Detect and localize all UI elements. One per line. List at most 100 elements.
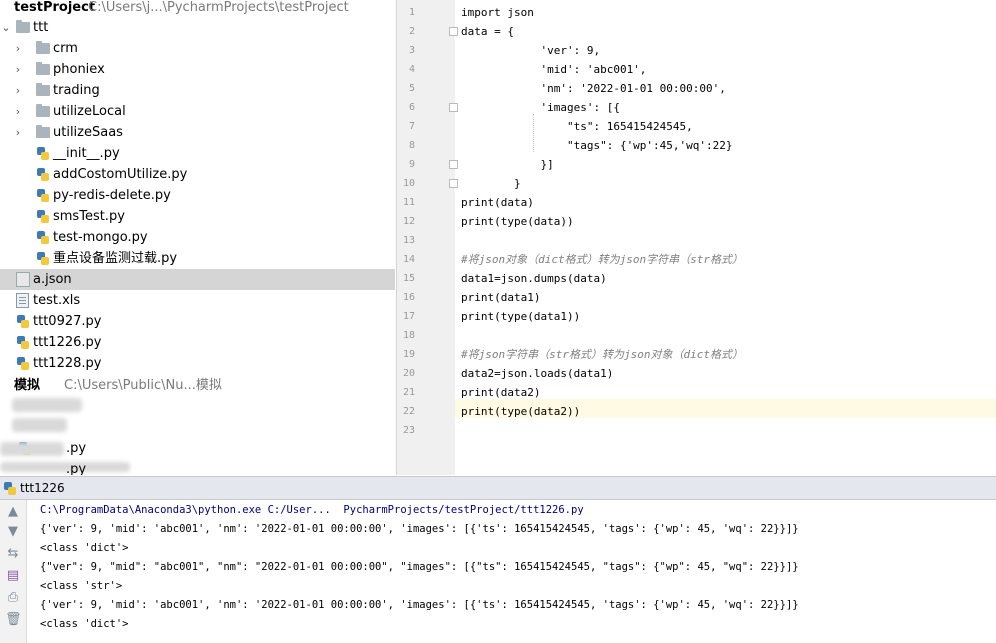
python-file-icon bbox=[16, 356, 30, 371]
run-tab[interactable]: ttt1226 bbox=[20, 481, 65, 495]
run-console[interactable]: C:\ProgramData\Anaconda3\python.exe C:/U… bbox=[27, 500, 996, 643]
chevron-right-icon[interactable]: › bbox=[12, 38, 24, 59]
code-line: print(type(data2)) bbox=[461, 405, 581, 418]
line-number: 16 bbox=[402, 292, 415, 303]
code-line: }] bbox=[461, 158, 554, 171]
chevron-right-icon[interactable]: › bbox=[12, 122, 24, 143]
python-file-icon bbox=[16, 335, 30, 350]
second-root-name: 模拟 bbox=[14, 378, 41, 393]
tree-item[interactable]: test.xls bbox=[0, 290, 395, 311]
tree-item-label: ttt0927.py bbox=[33, 314, 102, 329]
chevron-down-icon[interactable]: ⌄ bbox=[0, 17, 12, 38]
tree-item[interactable]: › utilizeLocal bbox=[0, 101, 395, 122]
tree-item[interactable]: test-mongo.py bbox=[0, 227, 395, 248]
code-line: import json bbox=[461, 6, 534, 19]
tree-item-label: utilizeSaas bbox=[53, 125, 123, 140]
tree-item[interactable]: addCostomUtilize.py bbox=[0, 164, 395, 185]
python-file-icon bbox=[36, 230, 50, 245]
console-output-line: {"ver": 9, "mid": "abc001", "nm": "2022-… bbox=[40, 561, 799, 573]
line-number: 20 bbox=[402, 368, 415, 379]
blurred-item bbox=[12, 418, 67, 432]
line-number: 12 bbox=[402, 216, 415, 227]
code-line: "tags": {'wp':45,'wq':22} bbox=[461, 139, 733, 152]
python-file-icon bbox=[36, 251, 50, 266]
line-number: 1 bbox=[408, 7, 415, 18]
tree-item[interactable]: a.json bbox=[0, 269, 395, 290]
python-file-icon bbox=[36, 188, 50, 203]
print-icon[interactable]: ⎙ bbox=[5, 590, 21, 606]
tree-item-label: trading bbox=[53, 83, 100, 98]
tree-item[interactable]: ttt1228.py bbox=[0, 353, 395, 374]
arrow-up-icon[interactable]: ▲ bbox=[5, 504, 21, 520]
code-line: 'nm': '2022-01-01 00:00:00', bbox=[461, 82, 726, 95]
tree-item-label: phoniex bbox=[53, 62, 105, 77]
second-root-path: C:\Users\Public\Nu...模拟 bbox=[64, 378, 222, 393]
code-line: #将json对象（dict格式）转为json字符串（str格式） bbox=[461, 253, 743, 266]
line-number: 17 bbox=[402, 311, 415, 322]
line-number: 5 bbox=[408, 83, 415, 94]
code-line: data2=json.loads(data1) bbox=[461, 367, 614, 380]
tree-item-label: test-mongo.py bbox=[53, 230, 148, 245]
tree-item-label: utilizeLocal bbox=[53, 104, 126, 119]
folder-icon bbox=[16, 20, 30, 33]
console-output-line: <class 'dict'> bbox=[40, 618, 129, 630]
trash-icon[interactable]: 🗑 bbox=[5, 612, 22, 628]
json-file-icon bbox=[16, 272, 30, 287]
fold-marker-icon[interactable] bbox=[449, 160, 458, 169]
tree-item-label: ttt1226.py bbox=[33, 335, 102, 350]
tree-item[interactable]: › utilizeSaas bbox=[0, 122, 395, 143]
fold-marker-icon[interactable] bbox=[449, 179, 458, 188]
arrow-down-icon[interactable]: ▼ bbox=[5, 524, 21, 540]
tree-item-label: test.xls bbox=[33, 293, 81, 308]
code-editor[interactable]: 1 2 3 4 5 6 7 8 9 10 11 12 13 14 15 16 17 18 19 20 21 22 23 im… bbox=[396, 0, 996, 475]
tree-item[interactable]: smsTest.py bbox=[0, 206, 395, 227]
blurred-file[interactable]: .py bbox=[0, 459, 395, 475]
tree-item[interactable]: ⌄ ttt bbox=[0, 17, 395, 38]
console-output-line: {'ver': 9, 'mid': 'abc001', 'nm': '2022-… bbox=[40, 523, 799, 535]
project-root-path: C:\Users\j...\PycharmProjects\testProjec… bbox=[88, 0, 349, 15]
soft-wrap-icon[interactable]: ⇆ bbox=[5, 546, 21, 562]
tree-item[interactable]: __init__.py bbox=[0, 143, 395, 164]
code-line: } bbox=[461, 177, 521, 190]
console-output-line: <class 'str'> bbox=[40, 580, 123, 592]
folder-icon bbox=[36, 41, 50, 54]
chevron-right-icon[interactable]: › bbox=[12, 59, 24, 80]
code-line: print(type(data)) bbox=[461, 215, 574, 228]
line-number: 14 bbox=[402, 254, 415, 265]
scroll-to-end-icon[interactable]: ▤ bbox=[5, 568, 21, 584]
tree-item[interactable]: › phoniex bbox=[0, 59, 395, 80]
fold-marker-icon[interactable] bbox=[449, 27, 458, 36]
line-number: 15 bbox=[402, 273, 415, 284]
code-line: 'ver': 9, bbox=[461, 44, 601, 57]
python-file-icon bbox=[36, 146, 50, 161]
spreadsheet-file-icon bbox=[16, 293, 29, 308]
blurred-file-label: .py bbox=[66, 462, 87, 475]
blurred-item bbox=[12, 398, 82, 412]
code-line: 'mid': 'abc001', bbox=[461, 63, 647, 76]
tree-item[interactable]: 重点设备监测过载.py bbox=[0, 248, 395, 269]
tree-item[interactable]: ttt1226.py bbox=[0, 332, 395, 353]
tree-item-label: ttt1228.py bbox=[33, 356, 102, 371]
tree-item[interactable]: py-redis-delete.py bbox=[0, 185, 395, 206]
fold-marker-icon[interactable] bbox=[449, 103, 458, 112]
code-line: print(type(data1)) bbox=[461, 310, 581, 323]
second-project-root[interactable]: 模拟 C:\Users\Public\Nu...模拟 bbox=[0, 375, 395, 396]
line-number: 10 bbox=[402, 178, 415, 189]
line-gutter: 1 2 3 4 5 6 7 8 9 10 11 12 13 14 15 16 17 18 19 20 21 22 23 bbox=[397, 0, 458, 475]
line-number: 22 bbox=[402, 406, 415, 417]
code-line: 'images': [{ bbox=[461, 101, 620, 114]
chevron-right-icon[interactable]: › bbox=[12, 101, 24, 122]
line-number: 7 bbox=[408, 121, 415, 132]
folder-icon bbox=[36, 104, 50, 117]
line-number: 2 bbox=[408, 26, 415, 37]
folder-icon bbox=[36, 125, 50, 138]
line-number: 18 bbox=[402, 330, 415, 341]
tree-item[interactable]: › crm bbox=[0, 38, 395, 59]
line-number: 8 bbox=[408, 140, 415, 151]
blurred-file-label: .py bbox=[66, 441, 87, 456]
tree-item[interactable]: › trading bbox=[0, 80, 395, 101]
tree-item-label: 重点设备监测过载.py bbox=[53, 251, 178, 266]
tree-item[interactable]: ttt0927.py bbox=[0, 311, 395, 332]
chevron-right-icon[interactable]: › bbox=[12, 80, 24, 101]
project-tree: testProject C:\Users\j...\PycharmProject… bbox=[0, 0, 395, 475]
